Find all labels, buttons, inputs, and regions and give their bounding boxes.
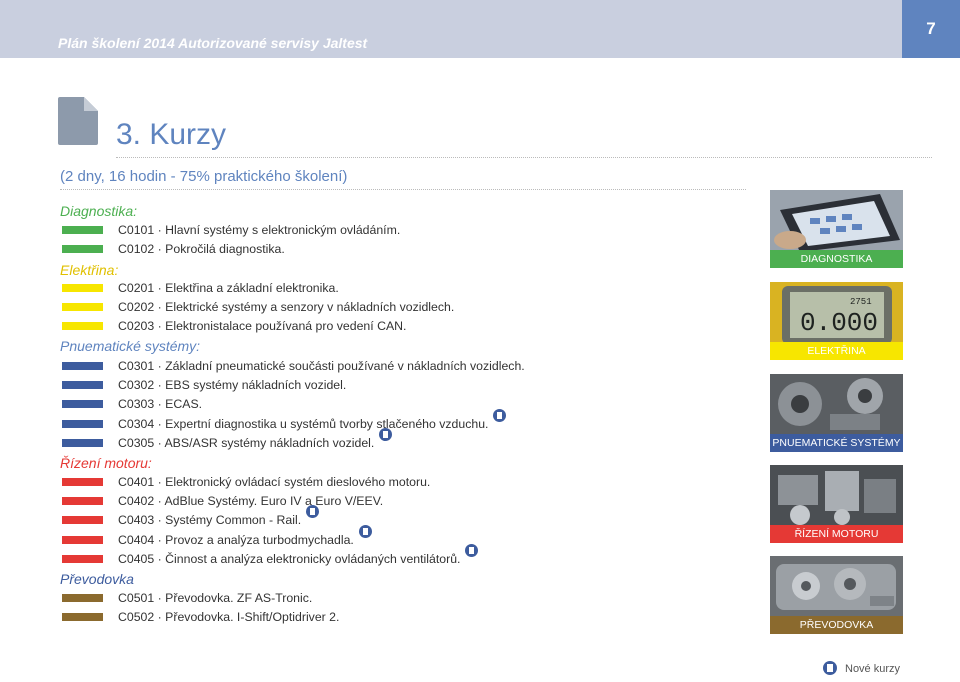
- svg-text:0.000: 0.000: [800, 308, 878, 338]
- legend-label: Nové kurzy: [845, 663, 901, 675]
- photo-prevodovka: PŘEVODOVKA: [770, 556, 903, 634]
- new-course-icon: [465, 544, 479, 557]
- course-label-wrap: C0403 · Systémy Common - Rail.: [118, 505, 320, 528]
- photo-label: PŘEVODOVKA: [770, 616, 903, 634]
- color-swatch: [62, 400, 103, 408]
- course-label-wrap: C0404 · Provoz a analýza turbodmychadla.: [118, 525, 372, 548]
- color-swatch: [62, 594, 103, 602]
- color-swatch: [62, 613, 103, 621]
- course-label: C0502 · Převodovka. I-Shift/Optidriver 2…: [118, 610, 340, 624]
- new-course-icon: [306, 505, 320, 518]
- color-swatch: [62, 303, 103, 311]
- color-swatch: [62, 536, 103, 544]
- page-number: 7: [926, 19, 936, 38]
- course-label-wrap: C0305 · ABS/ASR systémy nákladních vozid…: [118, 428, 393, 451]
- color-swatch: [62, 284, 103, 292]
- photo-label: ŘÍZENÍ MOTORU: [770, 525, 903, 543]
- new-course-icon: [493, 409, 507, 422]
- svg-text:2751: 2751: [850, 297, 872, 307]
- new-course-icon: [358, 525, 372, 538]
- new-course-legend-icon: [823, 661, 837, 675]
- photo-label: PNUEMATICKÉ SYSTÉMY: [770, 434, 903, 452]
- photo-rizeni-motoru: ŘÍZENÍ MOTORU: [770, 465, 903, 543]
- pneumatic-parts-image: [770, 374, 903, 436]
- course-label: C0301 · Základní pneumatické součásti po…: [118, 359, 525, 373]
- subtitle-divider: [60, 189, 746, 190]
- photo-diagnostika: DIAGNOSTIKA: [770, 190, 903, 268]
- photo-label: DIAGNOSTIKA: [770, 250, 903, 268]
- color-swatch: [62, 516, 103, 524]
- course-label: C0404 · Provoz a analýza turbodmychadla.: [118, 533, 354, 547]
- course-label: C0102 · Pokročilá diagnostika.: [118, 242, 285, 256]
- category-elektrina: Elektřina:: [60, 262, 119, 278]
- color-swatch: [62, 555, 103, 563]
- document-icon: [58, 97, 98, 145]
- course-label: C0303 · ECAS.: [118, 397, 203, 411]
- course-label: C0405 · Činnost a analýza elektronicky o…: [118, 552, 461, 566]
- course-label: C0202 · Elektrické systémy a senzory v n…: [118, 300, 455, 314]
- course-label: C0403 · Systémy Common - Rail.: [118, 513, 302, 527]
- course-label: C0501 · Převodovka. ZF AS-Tronic.: [118, 591, 313, 605]
- course-label: C0305 · ABS/ASR systémy nákladních vozid…: [118, 436, 375, 450]
- diagnostic-tablet-image: [770, 190, 903, 252]
- course-label: C0402 · AdBlue Systémy. Euro IV a Euro V…: [118, 494, 384, 508]
- multimeter-image: 0.000 2751: [770, 282, 903, 344]
- category-pneumatika: Pnuematické systémy:: [60, 338, 201, 354]
- photo-elektrina: 0.000 2751 ELEKTŘINA: [770, 282, 903, 360]
- color-swatch: [62, 362, 103, 370]
- photo-label: ELEKTŘINA: [770, 342, 903, 360]
- color-swatch: [62, 245, 103, 253]
- course-label: C0304 · Expertní diagnostika u systémů t…: [118, 417, 489, 431]
- color-swatch: [62, 439, 103, 447]
- color-swatch: [62, 381, 103, 389]
- page-number-box: 7: [902, 0, 960, 58]
- section-title: 3. Kurzy: [116, 118, 227, 151]
- color-swatch: [62, 478, 103, 486]
- course-label: C0201 · Elektřina a základní elektronika…: [118, 281, 339, 295]
- page-header: Plán školení 2014 Autorizované servisy J…: [0, 0, 960, 58]
- color-swatch: [62, 420, 103, 428]
- course-label: C0302 · EBS systémy nákladních vozidel.: [118, 378, 347, 392]
- header-title: Plán školení 2014 Autorizované servisy J…: [58, 35, 368, 51]
- photo-pneumatika: PNUEMATICKÉ SYSTÉMY: [770, 374, 903, 452]
- color-swatch: [62, 497, 103, 505]
- category-diagnostika: Diagnostika:: [60, 203, 138, 219]
- gearbox-image: [770, 556, 903, 618]
- category-rizeni-motoru: Řízení motoru:: [60, 455, 152, 471]
- engine-image: [770, 465, 903, 527]
- course-label-wrap: C0405 · Činnost a analýza elektronicky o…: [118, 544, 479, 567]
- color-swatch: [62, 322, 103, 330]
- title-divider: [116, 157, 932, 158]
- course-label: C0101 · Hlavní systémy s elektronickým o…: [118, 223, 401, 237]
- course-label: C0401 · Elektronický ovládací systém die…: [118, 475, 431, 489]
- course-label-wrap: C0304 · Expertní diagnostika u systémů t…: [118, 409, 507, 432]
- course-label: C0203 · Elektronistalace používaná pro v…: [118, 319, 407, 333]
- category-prevodovka: Převodovka: [60, 571, 134, 587]
- color-swatch: [62, 226, 103, 234]
- subtitle: (2 dny, 16 hodin - 75% praktického škole…: [60, 168, 348, 185]
- new-course-icon: [379, 428, 393, 441]
